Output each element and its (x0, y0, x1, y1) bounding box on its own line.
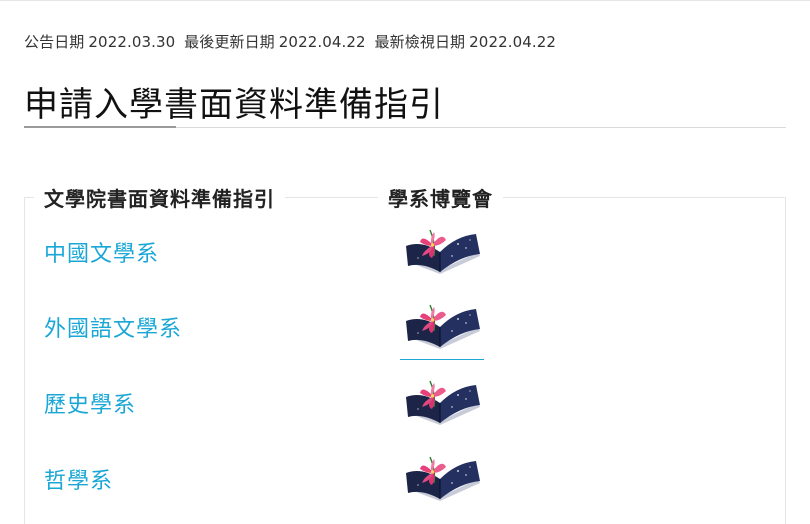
title-divider-accent (24, 126, 176, 128)
book-lily-icon (400, 222, 484, 282)
book-lily-icon (400, 449, 484, 509)
dept-link-philosophy[interactable]: 哲學系 (44, 463, 113, 495)
table-row: 哲學系 (44, 449, 784, 509)
updated-date: 2022.04.22 (278, 33, 366, 51)
announcement-page: 公告日期 2022.03.30 最後更新日期 2022.04.22 最新檢視日期 20… (0, 0, 810, 524)
announcement-meta: 公告日期 2022.03.30 最後更新日期 2022.04.22 最新檢視日期 20… (24, 31, 560, 52)
book-lily-icon (400, 297, 484, 357)
expo-link[interactable] (400, 449, 484, 509)
dept-link-history[interactable]: 歷史學系 (44, 387, 136, 419)
expo-link[interactable] (400, 222, 484, 282)
announce-date: 2022.03.30 (88, 33, 176, 51)
book-lily-icon (400, 373, 484, 433)
announce-date-label: 公告日期 (24, 33, 85, 51)
column-header-expo: 學系博覽會 (378, 183, 503, 212)
page-title: 申請入學書面資料準備指引 (24, 85, 444, 125)
viewed-date-label: 最新檢視日期 (374, 33, 466, 51)
table-row: 外國語文學系 (44, 297, 784, 360)
table-row: 中國文學系 (44, 222, 784, 282)
dept-link-chinese-literature[interactable]: 中國文學系 (44, 236, 159, 268)
updated-date-label: 最後更新日期 (184, 33, 275, 51)
column-header-guide: 文學院書面資料準備指引 (34, 183, 285, 212)
expo-link[interactable] (400, 373, 484, 433)
dept-link-foreign-languages[interactable]: 外國語文學系 (44, 311, 182, 343)
viewed-date: 2022.04.22 (469, 33, 557, 51)
table-row: 歷史學系 (44, 373, 784, 433)
expo-link[interactable] (400, 297, 484, 360)
